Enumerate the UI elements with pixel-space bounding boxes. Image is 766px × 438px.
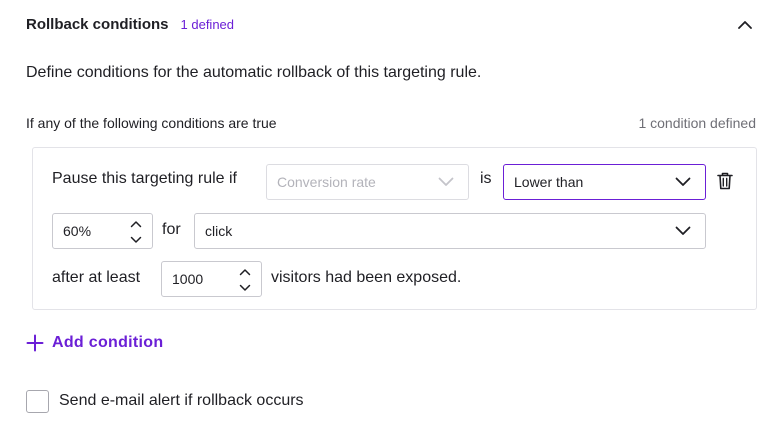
email-alert-label[interactable]: Send e-mail alert if rollback occurs [59, 392, 304, 410]
add-condition-label: Add condition [52, 334, 164, 351]
metric-select-value: Conversion rate [277, 174, 376, 190]
section-description: Define conditions for the automatic roll… [26, 64, 482, 81]
threshold-stepper[interactable]: 60% [52, 213, 153, 249]
visitors-suffix-text: visitors had been exposed. [271, 269, 462, 286]
decrement-icon[interactable] [239, 284, 251, 292]
conditions-intro: If any of the following conditions are t… [26, 115, 277, 131]
chevron-down-icon [675, 177, 691, 186]
add-condition-button[interactable]: Add condition [26, 332, 163, 354]
comparator-select[interactable]: Lower than [503, 164, 706, 200]
condition-prefix-text: Pause this targeting rule if [52, 170, 237, 187]
is-label: is [480, 170, 492, 187]
plus-icon [26, 334, 44, 352]
increment-icon[interactable] [239, 268, 251, 276]
email-alert-checkbox[interactable] [26, 390, 49, 413]
delete-condition-button[interactable] [716, 171, 734, 191]
increment-icon[interactable] [130, 220, 142, 228]
metric-select: Conversion rate [266, 164, 469, 200]
chevron-down-icon [675, 226, 691, 235]
chevron-down-icon [438, 177, 454, 186]
rollback-conditions-panel: Rollback conditions 1 defined Define con… [0, 0, 766, 438]
defined-count-badge: 1 defined [180, 16, 235, 32]
visitors-value: 1000 [172, 271, 204, 287]
threshold-value: 60% [63, 223, 92, 239]
comparator-select-value: Lower than [514, 174, 584, 190]
collapse-button[interactable] [734, 14, 756, 34]
section-header: Rollback conditions 1 defined [26, 14, 756, 34]
decrement-icon[interactable] [130, 236, 142, 244]
event-select-value: click [205, 223, 233, 239]
trash-icon [717, 172, 733, 190]
chevron-up-icon [738, 20, 752, 29]
section-title: Rollback conditions [26, 15, 169, 33]
event-select[interactable]: click [194, 213, 706, 249]
conditions-count: 1 condition defined [638, 115, 756, 131]
after-at-least-label: after at least [52, 269, 141, 286]
for-label: for [162, 221, 181, 238]
visitors-stepper[interactable]: 1000 [161, 261, 262, 297]
